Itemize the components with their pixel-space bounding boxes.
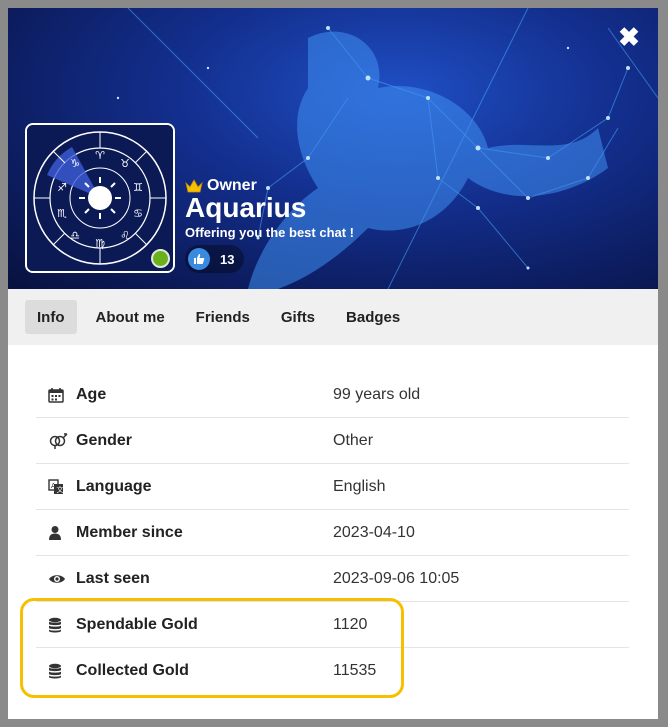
close-button[interactable]: ✖ [616, 24, 642, 50]
info-label: Member since [76, 523, 183, 541]
svg-text:♐: ♐ [57, 181, 67, 194]
svg-text:A: A [51, 482, 56, 490]
user-icon [36, 525, 76, 541]
svg-text:♍: ♍ [95, 237, 105, 250]
tab-about-me[interactable]: About me [84, 300, 177, 334]
info-label: Gender [76, 431, 133, 449]
info-label: Collected Gold [76, 662, 189, 679]
info-value: Other [333, 431, 374, 449]
info-value: 1120 [333, 615, 368, 633]
language-icon: A文 [36, 478, 76, 495]
info-label: Spendable Gold [76, 615, 198, 633]
crown-icon [185, 179, 203, 193]
svg-text:♌: ♌ [120, 229, 130, 242]
avatar[interactable]: ♈ ♉ ♊ ♋ ♌ ♍ ♎ ♏ ♐ ♑ [25, 123, 175, 273]
online-status-indicator [151, 249, 170, 268]
info-row-language: A文 Language English [36, 464, 629, 510]
user-mood: Offering you the best chat ! [185, 225, 355, 240]
svg-text:♋: ♋ [133, 207, 143, 220]
info-value: 99 years old [333, 385, 421, 403]
tab-friends[interactable]: Friends [184, 300, 262, 334]
zodiac-wheel-icon: ♈ ♉♊ ♋♌ ♍ ♎♏ ♐ ♑ [27, 125, 173, 271]
info-row-member-since: Member since 2023-04-10 [36, 510, 629, 556]
tab-info[interactable]: Info [25, 300, 77, 334]
svg-text:♊: ♊ [133, 181, 143, 194]
close-icon[interactable]: ✖ [618, 22, 640, 52]
profile-modal: ✖ ♈ ♉ ♊ ♋ ♌ ♍ ♎ ♏ ♐ ♑ Owner Aquarius Off… [8, 8, 658, 719]
svg-text:♏: ♏ [57, 207, 67, 220]
like-button[interactable]: 13 [185, 245, 245, 273]
tab-badges[interactable]: Badges [334, 300, 412, 334]
coins-icon [36, 663, 76, 679]
info-label: Age [76, 385, 107, 403]
svg-text:文: 文 [57, 485, 64, 494]
svg-text:♑: ♑ [70, 157, 80, 170]
info-list: Age 99 years old Gender Other A文 Languag… [36, 372, 629, 694]
svg-text:♈: ♈ [95, 149, 105, 162]
info-row-last-seen: Last seen 2023-09-06 10:05 [36, 556, 629, 602]
calendar-icon [36, 387, 76, 403]
username: Aquarius [185, 192, 307, 223]
svg-text:♉: ♉ [120, 157, 130, 170]
info-value: 11535 [333, 662, 377, 679]
gender-icon [36, 432, 76, 449]
thumbs-up-icon[interactable] [188, 248, 210, 270]
profile-tabs: Info About me Friends Gifts Badges [8, 289, 658, 345]
info-row-spendable-gold: Spendable Gold 1120 [36, 602, 629, 648]
coins-icon [36, 617, 76, 633]
tab-gifts[interactable]: Gifts [269, 300, 327, 334]
eye-icon [36, 573, 76, 585]
info-value: 2023-09-06 10:05 [333, 569, 460, 587]
svg-text:♎: ♎ [70, 229, 80, 242]
info-value: English [333, 477, 386, 495]
info-row-collected-gold: Collected Gold 11535 [36, 648, 629, 694]
info-label: Last seen [76, 569, 150, 587]
info-label: Language [76, 477, 152, 495]
profile-banner: ✖ ♈ ♉ ♊ ♋ ♌ ♍ ♎ ♏ ♐ ♑ Owner Aquarius Off… [8, 8, 658, 289]
info-value: 2023-04-10 [333, 523, 415, 541]
info-row-gender: Gender Other [36, 418, 629, 464]
info-row-age: Age 99 years old [36, 372, 629, 418]
like-count: 13 [220, 251, 235, 267]
